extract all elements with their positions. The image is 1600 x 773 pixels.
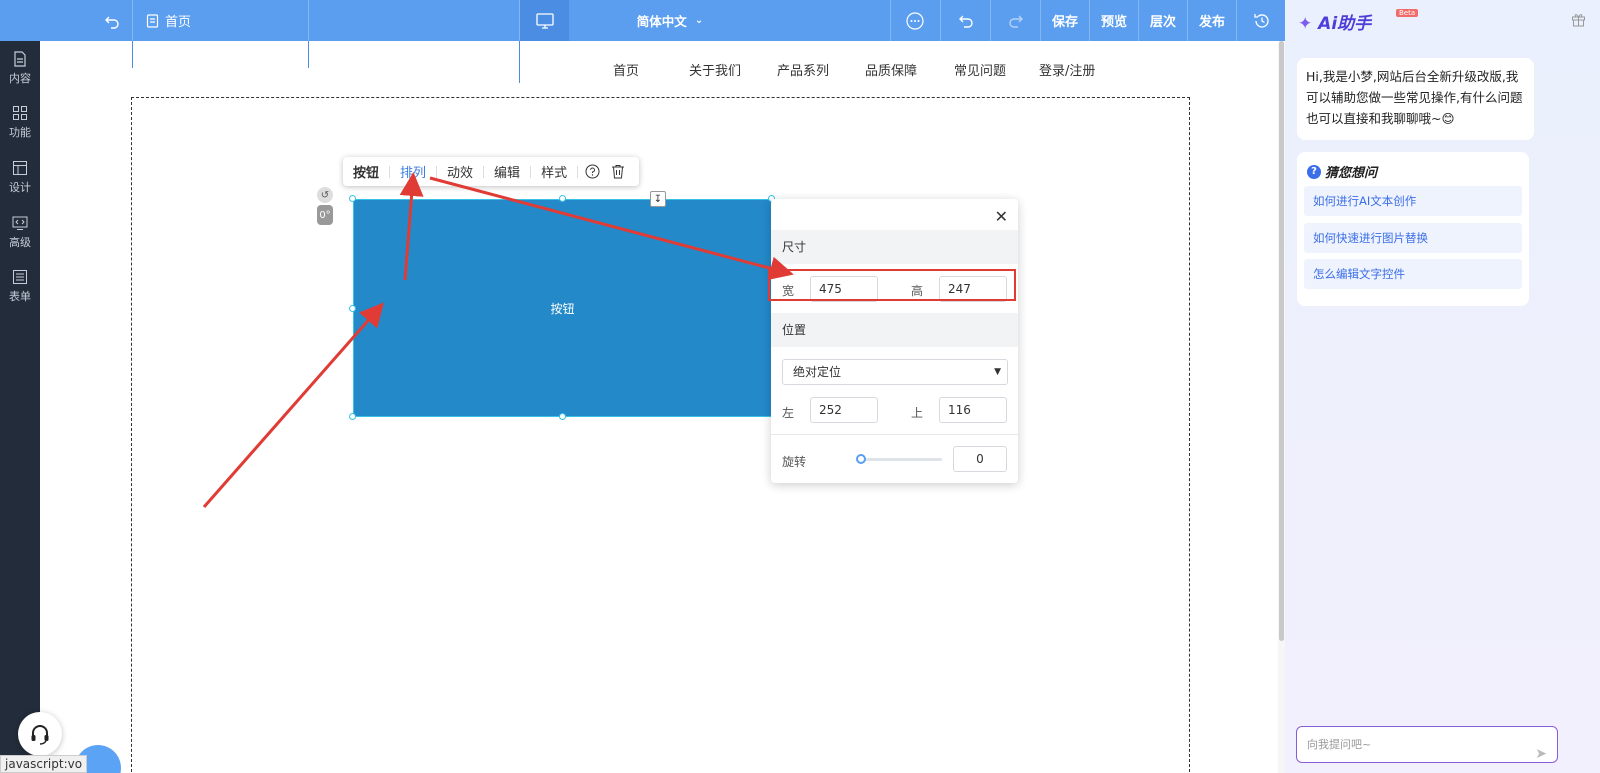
sidebar-item-label: 功能 — [9, 126, 31, 139]
sidebar-item-content[interactable]: 内容 — [0, 51, 40, 101]
sidebar-item-functions[interactable]: 功能 — [0, 105, 40, 155]
question-icon: ? — [1307, 164, 1321, 179]
size-section-title: 尺寸 — [771, 230, 1018, 264]
toolbar-element-type: 按钮 — [353, 166, 380, 181]
canvas-scrollbar[interactable] — [1278, 41, 1285, 773]
trash-icon[interactable] — [607, 164, 629, 179]
send-icon[interactable]: ➤ — [1535, 737, 1547, 772]
left-field[interactable]: 252 — [810, 397, 878, 423]
code-icon — [12, 216, 28, 230]
document-icon — [14, 51, 26, 67]
ai-question-input[interactable]: 向我提问吧~ ➤ — [1296, 726, 1558, 763]
preview-button[interactable]: 预览 — [1090, 0, 1138, 41]
close-icon[interactable]: ✕ — [995, 207, 1008, 226]
status-bar-url: javascript:vo — [0, 755, 88, 773]
nav-item-quality[interactable]: 品质保障 — [865, 60, 917, 79]
layout-icon — [13, 161, 27, 175]
document-icon — [146, 13, 159, 28]
chevron-down-icon: ⌄ — [694, 15, 704, 26]
resize-handle[interactable] — [559, 195, 566, 202]
left-sidebar: 内容 功能 设计 高级 表单 — [0, 41, 40, 773]
layers-button[interactable]: 层次 — [1139, 0, 1187, 41]
rotate-icon[interactable]: ↺ — [317, 187, 333, 203]
ai-title: ✦ Ai助手 — [1298, 9, 1371, 34]
toolbar-style[interactable]: 样式 — [531, 162, 577, 181]
ai-assistant-panel: ✦ Ai助手 Beta Hi,我是小梦,网站后台全新升级改版,我可以辅助您做一些… — [1285, 0, 1600, 773]
caret-down-icon: ▼ — [994, 367, 1001, 377]
guide-line — [132, 41, 133, 68]
nav-item-about[interactable]: 关于我们 — [689, 60, 741, 79]
grid-icon — [13, 106, 27, 120]
language-select[interactable]: 简体中文 ⌄ — [630, 0, 710, 41]
headset-icon — [31, 725, 49, 745]
sidebar-item-forms[interactable]: 表单 — [0, 269, 40, 319]
resize-handle[interactable] — [559, 413, 566, 420]
nav-item-faq[interactable]: 常见问题 — [954, 60, 1006, 79]
sidebar-item-design[interactable]: 设计 — [0, 160, 40, 210]
rotate-slider[interactable] — [856, 454, 942, 464]
property-panel: ✕ 尺寸 宽 475 高 247 位置 绝对定位 ▼ 左 252 上 116 旋… — [768, 199, 1018, 483]
undo-icon[interactable] — [953, 0, 979, 41]
sidebar-item-label: 设计 — [9, 181, 31, 194]
element-toolbar: 按钮 排列 动效 编辑 样式 — [343, 157, 639, 186]
ai-greeting-message: Hi,我是小梦,网站后台全新升级改版,我可以辅助您做一些常见操作,有什么问题也可… — [1297, 58, 1534, 140]
position-mode-value: 绝对定位 — [793, 365, 842, 379]
customer-support-button[interactable] — [18, 712, 62, 756]
download-icon[interactable]: ↧ — [650, 191, 666, 207]
save-button[interactable]: 保存 — [1041, 0, 1089, 41]
suggestion-item[interactable]: 如何进行AI文本创作 — [1304, 186, 1522, 216]
ai-input-placeholder: 向我提问吧~ — [1307, 738, 1372, 751]
nav-item-products[interactable]: 产品系列 — [777, 60, 829, 79]
suggested-questions: ? 猜您想问 如何进行AI文本创作 如何快速进行图片替换 怎么编辑文字控件 — [1297, 152, 1529, 306]
toolbar-edit[interactable]: 编辑 — [484, 162, 530, 181]
sparkle-icon: ✦ — [1298, 14, 1313, 34]
resize-handle[interactable] — [349, 413, 356, 420]
page-selector[interactable]: 首页 — [146, 0, 206, 41]
suggestion-item[interactable]: 怎么编辑文字控件 — [1304, 259, 1522, 289]
suggestions-title-text: 猜您想问 — [1325, 166, 1378, 181]
back-icon[interactable] — [100, 0, 124, 41]
toolbar-animation[interactable]: 动效 — [437, 162, 483, 181]
slider-knob[interactable] — [856, 454, 866, 464]
monitor-icon[interactable] — [520, 0, 569, 41]
redo-icon[interactable] — [1003, 0, 1029, 41]
annotation-highlight-box — [768, 269, 1016, 301]
left-label: 左 — [782, 406, 795, 420]
button-element-label: 按钮 — [550, 301, 575, 316]
resize-handle[interactable] — [349, 305, 356, 312]
ai-title-text: Ai助手 — [1318, 14, 1372, 34]
gift-icon[interactable] — [1571, 12, 1586, 31]
position-mode-select[interactable]: 绝对定位 ▼ — [782, 359, 1008, 385]
rotate-field[interactable]: 0 — [953, 446, 1007, 472]
history-icon[interactable] — [1248, 0, 1276, 41]
beta-badge: Beta — [1396, 9, 1419, 17]
top-toolbar: 首页 简体中文 ⌄ 保存 预览 层次 发布 — [0, 0, 1285, 41]
sidebar-item-label: 内容 — [9, 72, 31, 85]
guide-line — [519, 41, 520, 83]
rotate-label: 旋转 — [782, 455, 807, 469]
top-field[interactable]: 116 — [939, 397, 1007, 423]
editor-canvas[interactable]: 首页 关于我们 产品系列 品质保障 常见问题 登录/注册 按钮 排列 动效 编辑… — [40, 41, 1285, 773]
position-section-title: 位置 — [771, 313, 1018, 347]
selected-button-element[interactable]: 按钮 — [353, 199, 772, 417]
language-label: 简体中文 — [636, 14, 687, 29]
page-label: 首页 — [165, 15, 192, 30]
sidebar-item-label: 高级 — [9, 236, 31, 249]
rotation-badge: 0° — [317, 205, 333, 225]
form-icon — [13, 270, 27, 284]
sidebar-item-label: 表单 — [9, 290, 31, 303]
more-dots-icon[interactable] — [902, 0, 928, 41]
sidebar-item-advanced[interactable]: 高级 — [0, 215, 40, 265]
nav-item-home[interactable]: 首页 — [613, 60, 639, 79]
toolbar-arrange[interactable]: 排列 — [390, 162, 436, 181]
question-circle-icon[interactable] — [578, 164, 607, 179]
nav-item-login[interactable]: 登录/注册 — [1039, 60, 1095, 79]
resize-handle[interactable] — [349, 195, 356, 202]
guide-line — [308, 41, 309, 68]
suggestion-item[interactable]: 如何快速进行图片替换 — [1304, 223, 1522, 253]
publish-button[interactable]: 发布 — [1188, 0, 1236, 41]
suggestions-title: ? 猜您想问 — [1307, 162, 1377, 181]
top-label: 上 — [911, 406, 924, 420]
